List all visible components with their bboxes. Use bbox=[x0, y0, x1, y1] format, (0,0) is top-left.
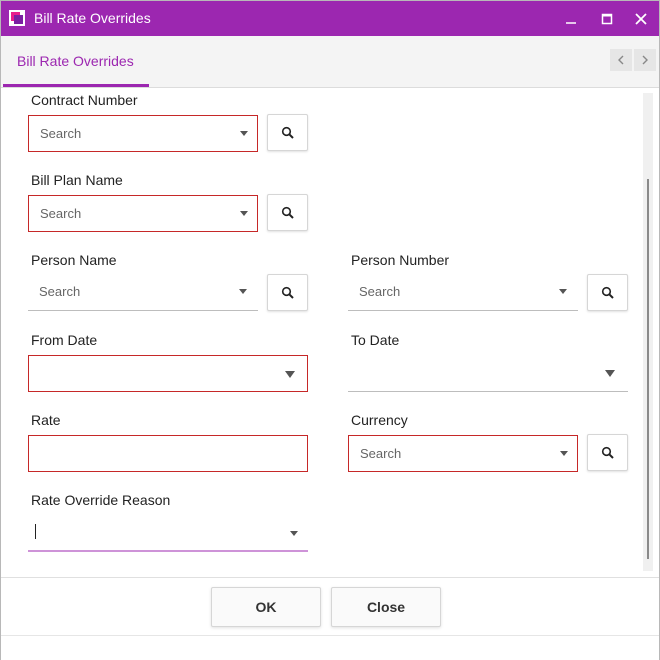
dropdown-caret-icon[interactable] bbox=[240, 131, 248, 136]
rate-label: Rate bbox=[31, 412, 61, 428]
date-picker-caret-icon[interactable] bbox=[605, 370, 615, 377]
person-name-label: Person Name bbox=[31, 252, 117, 268]
currency-placeholder: Search bbox=[360, 446, 402, 461]
search-icon bbox=[601, 446, 614, 459]
close-icon bbox=[635, 12, 647, 25]
from-date-label: From Date bbox=[31, 332, 98, 348]
chevron-left-icon bbox=[618, 55, 624, 65]
person-name-placeholder: Search bbox=[39, 284, 81, 299]
contract-number-search-button[interactable] bbox=[267, 114, 308, 151]
person-number-label: Person Number bbox=[351, 252, 450, 268]
title-bar: Bill Rate Overrides bbox=[1, 1, 659, 36]
contract-number-input[interactable]: Search bbox=[28, 115, 258, 152]
dropdown-caret-icon[interactable] bbox=[240, 211, 248, 216]
dropdown-caret-icon[interactable] bbox=[560, 451, 568, 456]
minimize-button[interactable] bbox=[553, 1, 589, 36]
person-name-input[interactable]: Search bbox=[28, 274, 258, 311]
person-number-input[interactable]: Search bbox=[348, 274, 578, 311]
to-date-input[interactable] bbox=[348, 355, 628, 392]
dropdown-caret-icon[interactable] bbox=[559, 289, 567, 294]
to-date-label: To Date bbox=[351, 332, 400, 348]
person-number-placeholder: Search bbox=[359, 284, 401, 299]
tab-bill-rate-overrides[interactable]: Bill Rate Overrides bbox=[3, 36, 149, 87]
rate-input[interactable] bbox=[28, 435, 308, 472]
tab-label: Bill Rate Overrides bbox=[17, 53, 134, 69]
minimize-icon bbox=[566, 21, 576, 24]
search-icon bbox=[281, 206, 294, 219]
date-picker-caret-icon[interactable] bbox=[285, 371, 295, 378]
currency-label: Currency bbox=[351, 412, 408, 428]
dialog-window: Bill Rate Overrides Bill Rate Overrides … bbox=[0, 0, 660, 660]
currency-input[interactable]: Search bbox=[348, 435, 578, 472]
text-cursor bbox=[35, 524, 36, 539]
person-number-search-button[interactable] bbox=[587, 274, 628, 311]
bill-plan-name-placeholder: Search bbox=[40, 206, 82, 221]
dropdown-caret-icon[interactable] bbox=[290, 531, 298, 536]
currency-search-button[interactable] bbox=[587, 434, 628, 471]
search-icon bbox=[601, 286, 614, 299]
bill-plan-name-label: Bill Plan Name bbox=[31, 172, 123, 188]
tab-scroll-right-button[interactable] bbox=[634, 49, 656, 71]
maximize-icon bbox=[601, 13, 613, 24]
close-window-button[interactable] bbox=[623, 1, 659, 36]
tab-scroll-left-button[interactable] bbox=[610, 49, 632, 71]
rate-override-reason-label: Rate Override Reason bbox=[31, 492, 171, 508]
close-button[interactable]: Close bbox=[331, 587, 441, 627]
search-icon bbox=[281, 286, 294, 299]
ok-button[interactable]: OK bbox=[211, 587, 321, 627]
scrollbar-thumb[interactable] bbox=[647, 179, 649, 559]
dialog-footer: OK Close bbox=[1, 577, 659, 636]
bill-plan-name-input[interactable]: Search bbox=[28, 195, 258, 232]
search-icon bbox=[281, 126, 294, 139]
from-date-input[interactable] bbox=[28, 355, 308, 392]
maximize-button[interactable] bbox=[589, 1, 625, 36]
rate-override-reason-input[interactable] bbox=[28, 515, 308, 552]
dropdown-caret-icon[interactable] bbox=[239, 289, 247, 294]
vertical-scrollbar[interactable] bbox=[643, 93, 653, 571]
window-title: Bill Rate Overrides bbox=[34, 10, 151, 26]
status-strip bbox=[1, 635, 659, 660]
person-name-search-button[interactable] bbox=[267, 274, 308, 311]
contract-number-placeholder: Search bbox=[40, 126, 82, 141]
contract-number-label: Contract Number bbox=[31, 92, 138, 108]
tab-bar: Bill Rate Overrides bbox=[1, 36, 659, 88]
app-icon bbox=[9, 10, 25, 26]
bill-plan-name-search-button[interactable] bbox=[267, 194, 308, 231]
active-tab-indicator bbox=[3, 84, 149, 87]
chevron-right-icon bbox=[642, 55, 648, 65]
form-content: Contract Number Search Bill Plan Name Se… bbox=[2, 88, 658, 576]
